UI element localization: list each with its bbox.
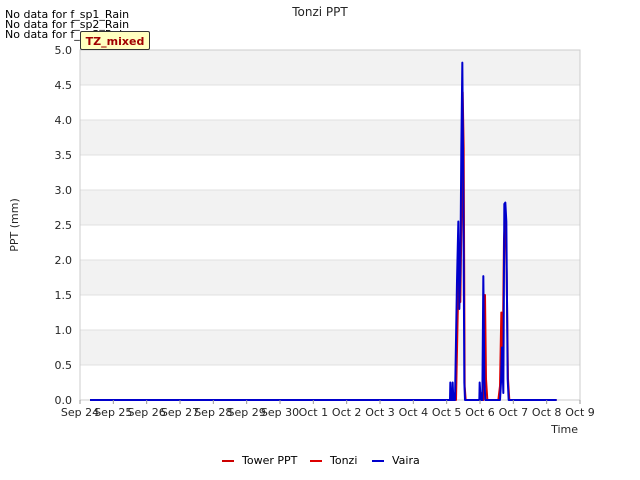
y-tick-label: 2.5 <box>55 219 73 232</box>
y-tick-label: 4.0 <box>55 114 73 127</box>
x-tick-label: Oct 5 <box>432 406 462 419</box>
x-tick-label: Oct 3 <box>365 406 395 419</box>
y-tick-label: 3.0 <box>55 184 73 197</box>
x-tick-labels: Sep 24Sep 25Sep 26Sep 27Sep 28Sep 29Sep … <box>61 400 595 419</box>
x-tick-label: Oct 4 <box>399 406 429 419</box>
legend-swatch <box>222 460 234 462</box>
legend-item-vaira: Vaira <box>372 454 420 467</box>
legend-item-tower-ppt: Tower PPT <box>222 454 297 467</box>
site-badge: TZ_mixed <box>80 31 150 50</box>
y-tick-label: 0.5 <box>55 359 73 372</box>
legend-label: Vaira <box>392 454 420 467</box>
y-tick-label: 4.5 <box>55 79 73 92</box>
plot-band <box>80 85 580 120</box>
y-tick-labels: 0.00.51.01.52.02.53.03.54.04.55.0 <box>55 44 73 407</box>
x-tick-label: Oct 9 <box>565 406 595 419</box>
plot-band <box>80 50 580 85</box>
x-tick-label: Oct 7 <box>499 406 529 419</box>
y-tick-label: 2.0 <box>55 254 73 267</box>
x-tick-label: Oct 1 <box>299 406 329 419</box>
y-tick-label: 3.5 <box>55 149 73 162</box>
plot-band <box>80 155 580 190</box>
chart: 0.00.51.01.52.02.53.03.54.04.55.0 Sep 24… <box>8 5 595 436</box>
y-axis-label: PPT (mm) <box>8 198 21 252</box>
x-axis-label: Time <box>550 423 578 436</box>
plot-band <box>80 365 580 400</box>
x-tick-label: Sep 30 <box>261 406 299 419</box>
legend-swatch <box>372 460 384 462</box>
x-tick-label: Oct 2 <box>332 406 362 419</box>
y-tick-label: 5.0 <box>55 44 73 57</box>
x-tick-label: Oct 8 <box>532 406 562 419</box>
chart-title: Tonzi PPT <box>291 5 348 19</box>
x-tick-label: Oct 6 <box>465 406 495 419</box>
legend-label: Tonzi <box>330 454 358 467</box>
plot-band <box>80 295 580 330</box>
y-tick-label: 1.0 <box>55 324 73 337</box>
y-tick-label: 1.5 <box>55 289 73 302</box>
legend-swatch <box>310 460 322 462</box>
plot-band <box>80 330 580 365</box>
plot-band <box>80 120 580 155</box>
legend-label: Tower PPT <box>242 454 298 467</box>
legend-item-tonzi: Tonzi <box>310 454 357 467</box>
